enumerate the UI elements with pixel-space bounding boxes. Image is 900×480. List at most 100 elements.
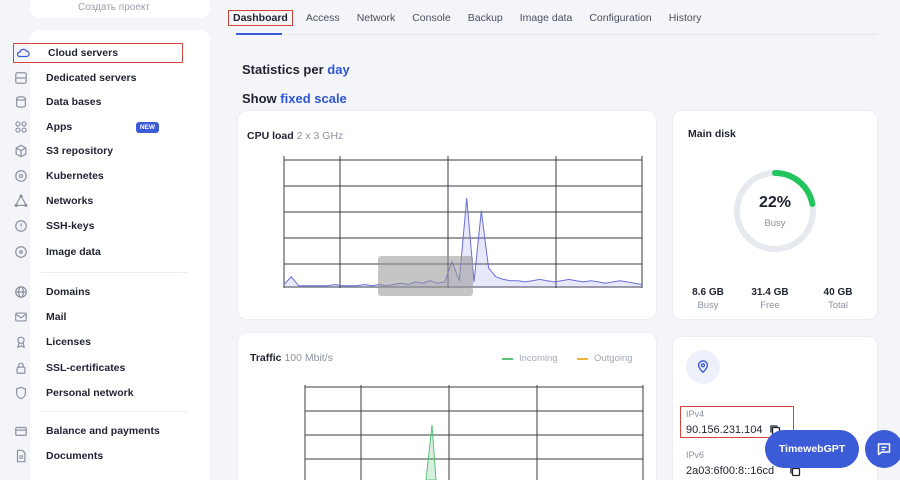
lock-icon [12, 359, 30, 377]
cpu-subtitle: 2 x 3 GHz [296, 130, 344, 142]
tab-backup[interactable]: Backup [464, 10, 507, 26]
globe-icon [12, 283, 30, 301]
traffic-subtitle: 100 Mbit/s [284, 352, 333, 364]
sidebar-item-licenses[interactable]: Licenses [12, 332, 177, 352]
sidebar-item-domains[interactable]: Domains [12, 282, 177, 302]
legend-incoming[interactable]: Incoming [502, 353, 558, 364]
network-icon [12, 192, 30, 210]
sidebar-item-label: Networks [46, 195, 94, 207]
tabs-divider [236, 34, 877, 35]
cube-icon [12, 142, 30, 160]
period-selector[interactable]: day [327, 62, 349, 77]
cpu-card-title: CPU load 2 x 3 GHz [247, 130, 343, 142]
sidebar-item-ssh-keys[interactable]: SSH-keys [12, 216, 177, 236]
disk-stat-total: 40 GB Total [808, 287, 868, 311]
tab-access[interactable]: Access [302, 10, 344, 26]
disk-stat-value: 31.4 GB [751, 287, 789, 298]
legend-outgoing[interactable]: Outgoing [577, 353, 633, 364]
server-icon [12, 69, 30, 87]
new-badge: NEW [135, 121, 159, 133]
timeweb-gpt-button[interactable]: TimewebGPT [765, 430, 859, 468]
sidebar-item-balance-and-payments[interactable]: Balance and payments [12, 421, 177, 441]
sidebar-item-image-data[interactable]: Image data [12, 242, 177, 262]
sidebar-item-mail[interactable]: Mail [12, 307, 177, 327]
scale-heading: Show fixed scale [242, 91, 347, 106]
server-tabs: Dashboard Access Network Console Backup … [228, 8, 714, 28]
tab-dashboard[interactable]: Dashboard [228, 10, 293, 26]
legend-label: Outgoing [594, 353, 633, 364]
ipv6-address[interactable]: 2a03:6f00:8::16cd [686, 465, 774, 477]
document-icon [12, 447, 30, 465]
chat-button[interactable] [865, 430, 900, 468]
wallet-icon [12, 422, 30, 440]
sidebar-item-personal-network[interactable]: Personal network [12, 383, 177, 403]
disk-stat-value: 40 GB [823, 287, 853, 298]
sidebar-item-s3-repository[interactable]: S3 repository [12, 141, 177, 161]
project-card[interactable]: Создать проект [30, 0, 210, 18]
tab-network[interactable]: Network [353, 10, 400, 26]
show-prefix: Show [242, 91, 277, 106]
chart-tooltip [378, 256, 473, 296]
active-tab-indicator [236, 33, 282, 35]
disk-stat-free: 31.4 GB Free [740, 287, 800, 311]
sidebar-item-label: Data bases [46, 96, 102, 108]
license-icon [12, 333, 30, 351]
sidebar-item-kubernetes[interactable]: Kubernetes [12, 166, 177, 186]
sidebar-item-label: Licenses [46, 336, 91, 348]
sidebar-item-networks[interactable]: Networks [12, 191, 177, 211]
statistics-prefix: Statistics per [242, 62, 324, 77]
image-data-icon [12, 243, 30, 261]
tab-console[interactable]: Console [408, 10, 455, 26]
ipv4-label: IPv4 [686, 409, 705, 419]
disk-stat-label: Total [827, 300, 849, 311]
chat-icon [877, 443, 891, 456]
tab-history[interactable]: History [665, 10, 706, 26]
sidebar-item-label: Personal network [46, 387, 134, 399]
scale-selector[interactable]: fixed scale [280, 91, 347, 106]
disk-stat-value: 8.6 GB [692, 287, 724, 298]
traffic-title: Traffic [250, 352, 282, 364]
cpu-title: CPU load [247, 130, 294, 142]
sidebar-item-label: Apps [46, 121, 73, 133]
sidebar-divider [40, 411, 188, 412]
sidebar-item-label: Dedicated servers [46, 72, 137, 84]
cloud-icon [14, 44, 32, 62]
sidebar-item-label: Image data [46, 246, 101, 258]
traffic-chart [304, 385, 644, 480]
disk-busy-label: Busy [764, 218, 786, 229]
mail-icon [12, 308, 30, 326]
create-project-label[interactable]: Создать проект [78, 2, 150, 13]
sidebar-item-label: SSH-keys [46, 220, 95, 232]
statistics-period-heading: Statistics per day [242, 62, 350, 77]
tab-image-data[interactable]: Image data [516, 10, 577, 26]
outgoing-swatch [577, 357, 588, 360]
disk-percent: 22% [758, 194, 792, 211]
traffic-card-title: Traffic 100 Mbit/s [250, 352, 333, 364]
sidebar-item-documents[interactable]: Documents [12, 446, 177, 466]
sidebar-item-label: S3 repository [46, 145, 114, 157]
sidebar-item-label: Documents [46, 450, 104, 462]
apps-icon [12, 118, 30, 136]
sidebar-item-label: Kubernetes [46, 170, 104, 182]
sidebar-item-label: Mail [46, 311, 67, 323]
sidebar-item-apps[interactable]: Apps NEW [12, 117, 177, 137]
disk-stat-label: Free [760, 300, 780, 311]
sidebar-item-label: Balance and payments [46, 425, 160, 437]
tab-configuration[interactable]: Configuration [585, 10, 655, 26]
sidebar-item-label: SSL-certificates [46, 362, 126, 374]
sidebar-item-label: Domains [46, 286, 91, 298]
key-icon [12, 217, 30, 235]
incoming-series-spike [425, 424, 437, 480]
ipv6-label: IPv6 [686, 450, 705, 460]
sidebar-item-cloud-servers[interactable]: Cloud servers [13, 43, 183, 63]
ipv4-address[interactable]: 90.156.231.104 [686, 424, 762, 436]
disk-stat-busy: 8.6 GB Busy [678, 287, 738, 311]
legend-label: Incoming [519, 353, 558, 364]
sidebar-divider [40, 272, 188, 273]
disk-card-title: Main disk [688, 128, 736, 140]
incoming-swatch [502, 357, 513, 360]
sidebar-item-ssl-certificates[interactable]: SSL-certificates [12, 358, 177, 378]
sidebar-item-dedicated-servers[interactable]: Dedicated servers [12, 68, 177, 88]
kubernetes-icon [12, 167, 30, 185]
sidebar-item-data-bases[interactable]: Data bases [12, 92, 177, 112]
